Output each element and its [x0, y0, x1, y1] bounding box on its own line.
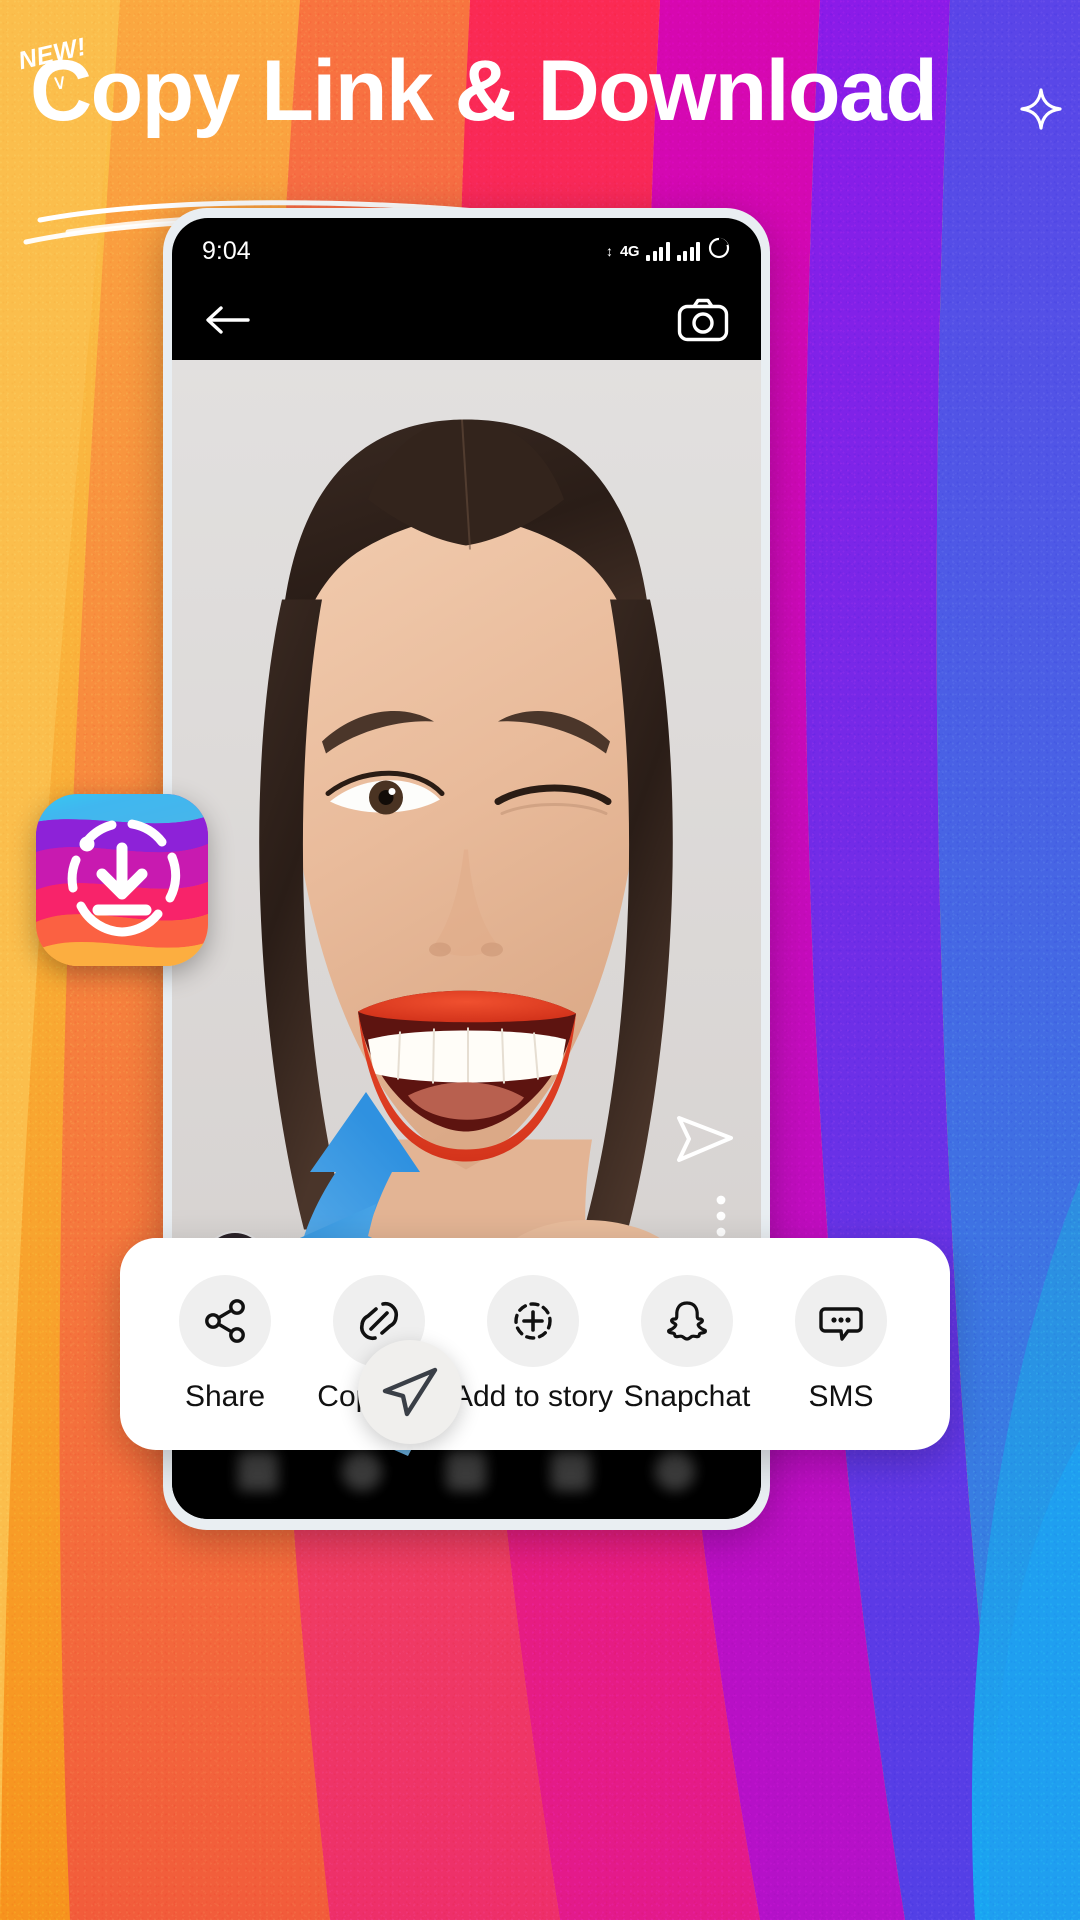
send-paper-plane-icon[interactable] [358, 1340, 462, 1444]
status-icons: ↕ 4G [606, 236, 731, 267]
data-transfer-icon: ↕ [605, 243, 613, 259]
new-badge-caret: ∨ [50, 70, 69, 95]
add-to-story-icon[interactable] [487, 1274, 579, 1367]
sms-message-icon[interactable] [795, 1274, 887, 1367]
network-label: 4G [619, 242, 640, 260]
tab-shop-icon[interactable] [550, 1451, 591, 1491]
headline-block: Copy Link & Download NEW! ∨ [0, 33, 1080, 245]
sparkle-icon [1020, 88, 1062, 135]
page-title: Copy Link & Download [30, 43, 938, 139]
camera-icon[interactable] [677, 298, 729, 347]
battery-circle-icon [707, 236, 731, 267]
signal-bars-icon [676, 241, 700, 261]
status-bar: 9:04 ↕ 4G [172, 218, 761, 284]
share-option-label: Snapchat [623, 1379, 751, 1413]
share-nodes-icon[interactable] [179, 1274, 271, 1367]
share-option-sms[interactable]: SMS [764, 1274, 918, 1414]
share-option-share[interactable]: Share [148, 1274, 302, 1414]
share-option-add-to-story[interactable]: Add to story [452, 1274, 614, 1414]
status-time: 9:04 [202, 236, 251, 265]
share-option-snapchat[interactable]: Snapchat [610, 1274, 764, 1414]
post-share-icon[interactable] [675, 1112, 735, 1171]
download-arrow-icon [67, 819, 181, 937]
share-option-label: Share [184, 1379, 266, 1413]
instagram-downloader-app-icon[interactable] [36, 794, 208, 966]
share-option-label: SMS [808, 1379, 874, 1413]
share-option-label: Add to story [452, 1379, 614, 1413]
share-sheet[interactable]: Share Copy link Add t [120, 1238, 950, 1450]
signal-bars-icon [646, 241, 670, 261]
snapchat-ghost-icon[interactable] [641, 1274, 733, 1367]
tab-profile-icon[interactable] [654, 1451, 695, 1491]
more-options-icon[interactable] [715, 1194, 727, 1243]
back-arrow-icon[interactable] [204, 303, 250, 342]
app-header [172, 284, 761, 360]
